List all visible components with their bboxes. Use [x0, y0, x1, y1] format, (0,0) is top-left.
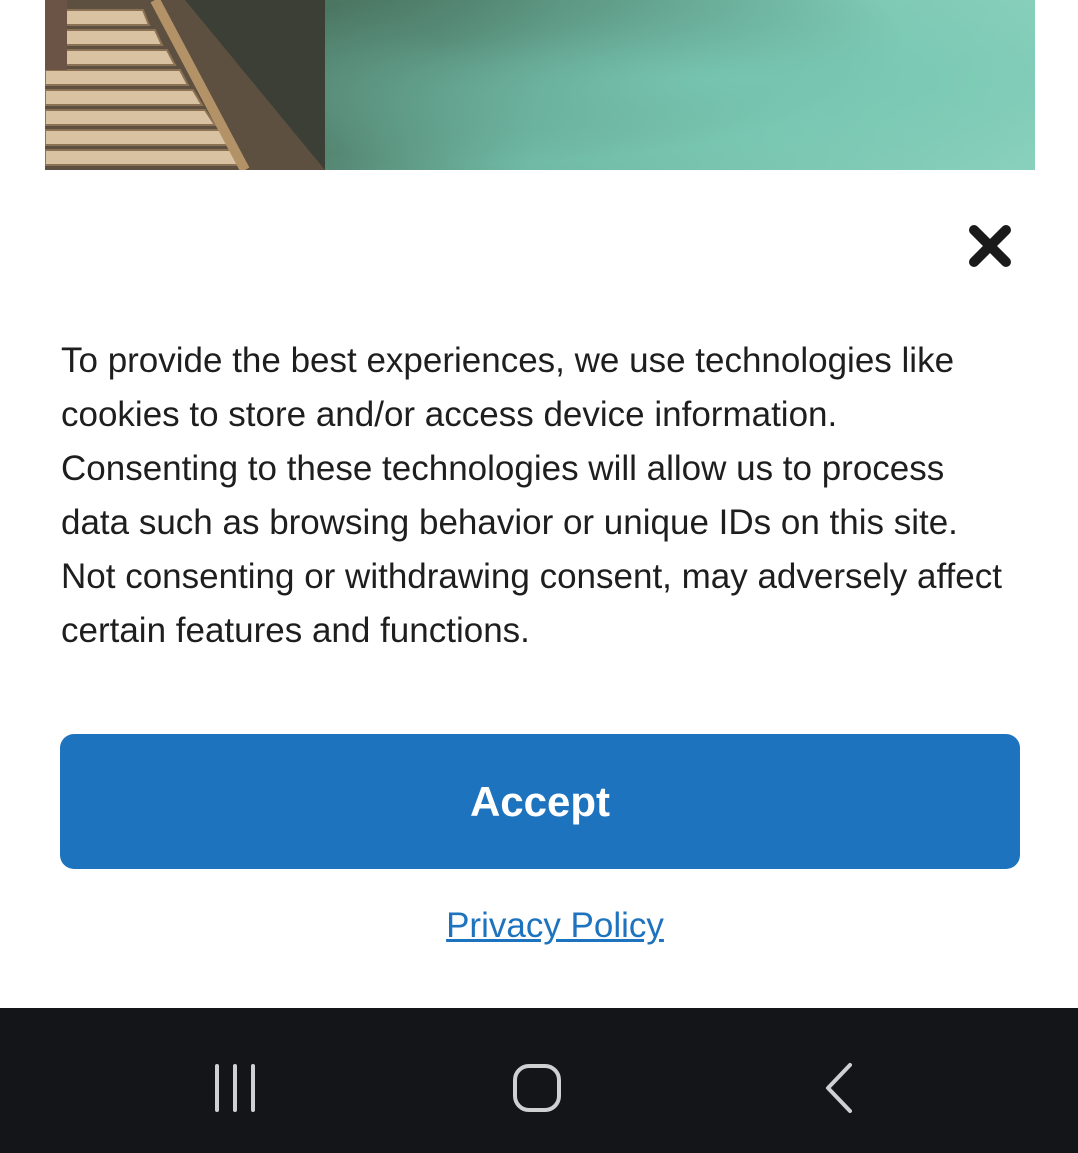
close-button[interactable]: [960, 220, 1020, 272]
page: To provide the best experiences, we use …: [0, 0, 1078, 1153]
home-icon: [513, 1064, 561, 1112]
privacy-policy-link[interactable]: Privacy Policy: [0, 906, 1078, 946]
navigation-bar: [0, 1008, 1078, 1153]
consent-message: To provide the best experiences, we use …: [61, 341, 1002, 650]
close-icon: [969, 225, 1011, 267]
back-button[interactable]: [795, 1048, 885, 1128]
accept-button[interactable]: Accept: [60, 734, 1020, 869]
back-icon: [826, 1063, 852, 1113]
home-button[interactable]: [492, 1048, 582, 1128]
recent-apps-icon: [215, 1064, 255, 1112]
recent-apps-button[interactable]: [190, 1048, 280, 1128]
